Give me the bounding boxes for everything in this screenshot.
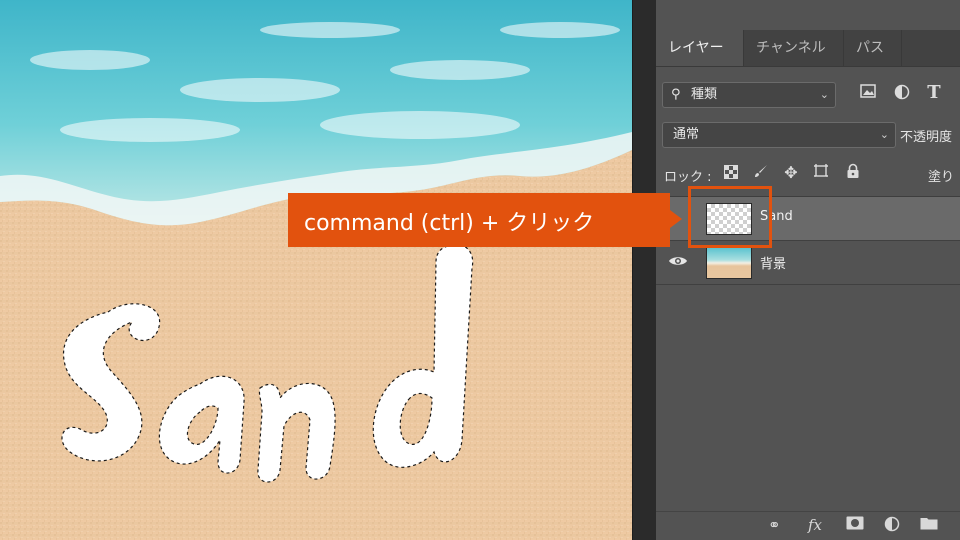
- panel-tab-bar: レイヤー チャンネル パス: [656, 30, 960, 67]
- fill-label: 塗り: [928, 170, 955, 185]
- adjustment-icon[interactable]: [892, 84, 912, 104]
- adjustment-layer-icon[interactable]: [884, 516, 900, 536]
- tab-layers-label: レイヤー: [668, 40, 724, 56]
- layers-panel: レイヤー チャンネル パス ⚲ 種類 ⌄ T 通常 ⌄ 不透明度 ロック : ✥…: [656, 0, 960, 540]
- link-icon[interactable]: ⚭: [768, 516, 781, 534]
- tab-channels-label: チャンネル: [756, 40, 826, 56]
- fx-icon[interactable]: fx: [808, 516, 822, 534]
- lock-artboard-icon[interactable]: [812, 163, 830, 183]
- beach-image: [0, 0, 632, 540]
- callout-arrow-icon: [670, 210, 682, 228]
- lock-label: ロック :: [664, 170, 712, 185]
- layer-thumbnail-background[interactable]: [706, 247, 752, 279]
- layer-filter-value: 種類: [691, 87, 718, 102]
- layer-filter-select[interactable]: ⚲ 種類 ⌄: [662, 82, 836, 108]
- chevron-down-icon: ⌄: [819, 88, 829, 101]
- search-icon: ⚲: [671, 87, 681, 102]
- lock-position-icon[interactable]: ✥: [782, 163, 800, 182]
- thumbnail-highlight-box: [688, 186, 772, 248]
- panel-bottom-bar: ⚭ fx: [656, 511, 960, 540]
- callout-banner: command (ctrl) + クリック: [288, 193, 670, 247]
- eye-icon[interactable]: [668, 253, 688, 273]
- tab-channels[interactable]: チャンネル: [744, 30, 844, 66]
- folder-icon[interactable]: [920, 516, 938, 534]
- lock-image-icon[interactable]: [752, 163, 770, 183]
- blend-mode-value: 通常: [673, 127, 700, 142]
- tab-paths-label: パス: [856, 40, 884, 56]
- lock-pixels-icon[interactable]: [722, 165, 740, 183]
- blend-mode-select[interactable]: 通常 ⌄: [662, 122, 896, 148]
- type-icon[interactable]: T: [924, 82, 944, 103]
- panel-dock-strip: [632, 0, 657, 540]
- chevron-down-icon: ⌄: [879, 128, 889, 141]
- opacity-label: 不透明度: [900, 130, 953, 145]
- layer-name-background: 背景: [760, 257, 787, 272]
- tab-layers[interactable]: レイヤー: [656, 30, 744, 66]
- mask-icon[interactable]: [846, 516, 864, 534]
- tab-paths[interactable]: パス: [844, 30, 902, 66]
- document-canvas[interactable]: [0, 0, 632, 540]
- image-icon[interactable]: [858, 84, 878, 102]
- callout-text: command (ctrl) + クリック: [304, 211, 595, 236]
- lock-all-icon[interactable]: [844, 163, 862, 183]
